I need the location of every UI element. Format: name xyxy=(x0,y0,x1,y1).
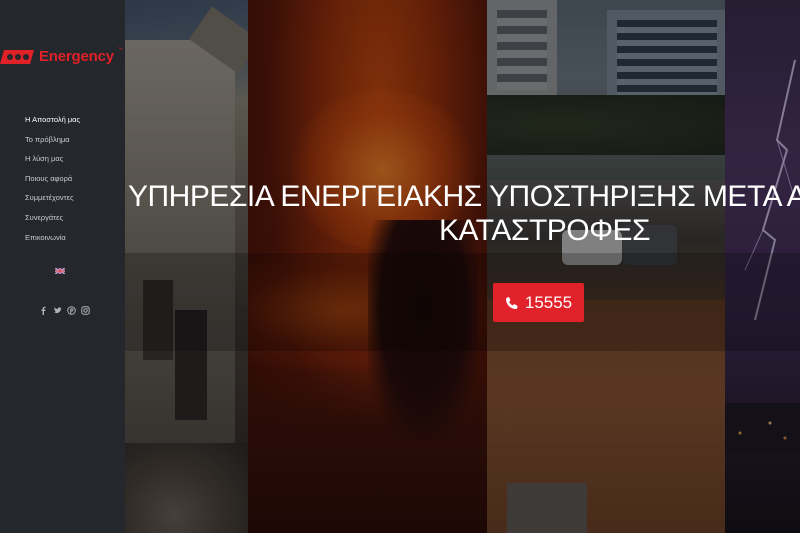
phone-icon xyxy=(505,296,518,309)
call-button-number: 15555 xyxy=(524,292,573,312)
hero-section: ΥΠΗΡΕΣΙΑ ΕΝΕΡΓΕΙΑΚΗΣ ΥΠΟΣΤΗΡΙΞΗΣ ΜΕΤΑ ΑΠ… xyxy=(125,0,800,533)
brand-logo[interactable]: Energency ™ xyxy=(0,44,125,70)
pinterest-icon[interactable] xyxy=(67,302,76,315)
nav-item-contact[interactable]: Επικοινωνία xyxy=(25,232,80,252)
hero-headline-line1: ΥΠΗΡΕΣΙΑ ΕΝΕΡΓΕΙΑΚΗΣ ΥΠΟΣΤΗΡΙΞΗΣ ΜΕΤΑ ΑΠ xyxy=(128,180,800,213)
uk-flag-icon[interactable] xyxy=(55,268,65,274)
twitter-icon[interactable] xyxy=(53,302,62,314)
facebook-icon[interactable] xyxy=(39,302,48,315)
instagram-icon[interactable] xyxy=(81,302,90,315)
sidebar: Energency ™ Η Αποστολή μας Το πρόβλημα Η… xyxy=(0,0,125,533)
nav-item-partners[interactable]: Συνεργάτες xyxy=(25,212,80,232)
trademark-mark: ™ xyxy=(118,47,123,53)
nav-item-audience[interactable]: Ποιους αφορά xyxy=(25,173,80,193)
nav-item-participants[interactable]: Συμμετέχοντες xyxy=(25,192,80,212)
social-links xyxy=(39,302,90,315)
call-button[interactable]: 15555 xyxy=(493,283,584,322)
nav-item-solution[interactable]: Η λύση μας xyxy=(25,153,80,173)
hero-headline-line2: ΚΑΤΑΣΤΡΟΦΕΣ xyxy=(439,214,651,247)
hero-band xyxy=(125,253,800,351)
brand-name: Energency xyxy=(39,48,114,65)
main-nav: Η Αποστολή μας Το πρόβλημα Η λύση μας Πο… xyxy=(25,114,80,251)
logo-mark-icon xyxy=(0,50,34,64)
nav-item-mission[interactable]: Η Αποστολή μας xyxy=(25,114,80,134)
nav-item-problem[interactable]: Το πρόβλημα xyxy=(25,134,80,154)
